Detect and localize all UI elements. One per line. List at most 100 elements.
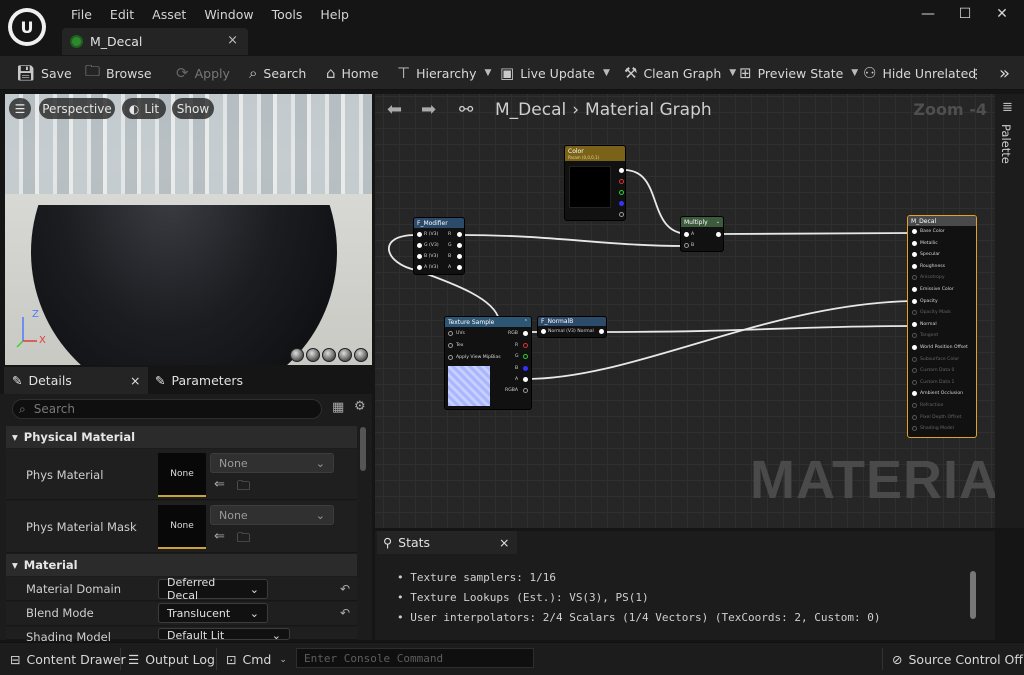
node-f-normalb[interactable]: F_NormalB Normal (V3) Normal	[537, 316, 607, 338]
input-pin[interactable]	[912, 252, 917, 258]
output-pin[interactable]	[457, 243, 462, 248]
preview-sphere-icon[interactable]	[306, 348, 320, 362]
tab-parameters[interactable]: ✎ Parameters	[155, 367, 305, 394]
input-pin[interactable]	[417, 243, 422, 248]
settings-gear-icon[interactable]: ⚙	[354, 399, 366, 414]
more-options-icon[interactable]: ⋮	[970, 56, 983, 90]
output-pin[interactable]	[716, 232, 721, 237]
maximize-button[interactable]: ☐	[950, 6, 980, 26]
palette-list-icon[interactable]: ≣	[1002, 100, 1013, 115]
content-drawer-button[interactable]: ⊟ Content Drawer	[10, 643, 126, 675]
node-color-param[interactable]: Color Param (0,0,0,1)	[564, 145, 626, 221]
close-tab-icon[interactable]: ×	[227, 33, 238, 48]
preview-plane-icon[interactable]	[322, 348, 336, 362]
apply-button[interactable]: ⟳ Apply	[176, 56, 230, 90]
input-pin[interactable]	[912, 275, 917, 281]
node-f-modifier[interactable]: F_Modifier R (V3) G (V3) B (V3) A (V3) R…	[413, 217, 465, 275]
output-pin[interactable]	[599, 329, 604, 334]
output-pin-r[interactable]	[523, 343, 528, 348]
table-view-icon[interactable]: ▦	[332, 400, 344, 415]
hierarchy-dropdown[interactable]: ⊤ Hierarchy ▼	[397, 56, 491, 90]
tab-stats[interactable]: ⚲ Stats ×	[377, 531, 517, 554]
output-pin-rgb[interactable]	[523, 331, 528, 336]
input-pin[interactable]	[448, 331, 453, 336]
phys-material-thumbnail[interactable]: None	[158, 453, 206, 497]
show-button[interactable]: Show	[172, 98, 214, 119]
input-pin[interactable]	[912, 379, 917, 385]
stats-scrollbar[interactable]	[970, 571, 976, 619]
lit-button[interactable]: ◐ Lit	[122, 98, 166, 119]
output-pin-b[interactable]	[619, 201, 624, 206]
hide-unrelated-button[interactable]: ⚇ Hide Unrelated	[863, 56, 976, 90]
output-pin[interactable]	[457, 232, 462, 237]
phys-material-mask-thumbnail[interactable]: None	[158, 505, 206, 549]
use-selected-arrow-icon[interactable]: ⇐	[214, 477, 225, 492]
menu-file[interactable]: File	[62, 7, 101, 22]
phys-material-combo[interactable]: None ⌄	[210, 453, 334, 473]
input-pin[interactable]	[912, 287, 917, 292]
close-details-icon[interactable]: ×	[130, 373, 140, 388]
clean-graph-dropdown[interactable]: ⚒ Clean Graph ▼	[624, 56, 736, 90]
browse-button[interactable]: 🗀 Browse	[85, 56, 152, 90]
perspective-button[interactable]: Perspective	[39, 98, 115, 119]
viewport-menu-icon[interactable]: ☰	[9, 98, 31, 119]
node-texture-sample[interactable]: Texture Sample ⌃ UVs Tex Apply View MipBi…	[444, 316, 532, 410]
preview-cylinder-icon[interactable]	[290, 348, 304, 362]
live-update-dropdown[interactable]: ▣ Live Update ▼	[500, 56, 610, 90]
shading-model-combo[interactable]: Default Lit ⌄	[158, 628, 290, 640]
input-pin[interactable]	[912, 321, 917, 327]
details-scrollbar[interactable]	[360, 427, 366, 471]
menu-edit[interactable]: Edit	[101, 7, 143, 22]
preview-viewport[interactable]: ☰ Perspective ◐ Lit Show Z X	[5, 94, 372, 365]
output-pin-rgba[interactable]	[523, 388, 528, 393]
menu-tools[interactable]: Tools	[263, 7, 312, 22]
input-pin[interactable]	[912, 356, 917, 362]
phys-material-mask-combo[interactable]: None ⌄	[210, 505, 334, 525]
material-graph-canvas[interactable]: ⬅ ➡ ⚯ M_Decal › Material Graph Zoom -4 C…	[375, 94, 995, 528]
input-pin[interactable]	[417, 265, 422, 270]
menu-window[interactable]: Window	[195, 7, 262, 22]
details-search-input[interactable]: ⌕ Search	[12, 399, 322, 419]
cmd-dropdown[interactable]: ⊡ Cmd ⌄	[226, 643, 287, 675]
input-pin[interactable]	[912, 229, 917, 234]
menu-help[interactable]: Help	[311, 7, 358, 22]
input-pin[interactable]	[541, 329, 546, 334]
input-pin[interactable]	[417, 254, 422, 259]
search-button[interactable]: ⌕ Search	[249, 56, 306, 90]
input-pin[interactable]	[912, 240, 917, 246]
input-pin[interactable]	[912, 345, 917, 350]
input-pin[interactable]	[912, 298, 917, 304]
input-pin[interactable]	[912, 310, 917, 316]
material-domain-combo[interactable]: Deferred Decal ⌄	[158, 576, 268, 602]
source-control-button[interactable]: ⊘ Source Control Off	[892, 643, 1023, 675]
use-selected-arrow-icon[interactable]: ⇐	[214, 529, 225, 544]
preview-state-dropdown[interactable]: ⊞ Preview State ▼	[739, 56, 858, 90]
menu-asset[interactable]: Asset	[143, 7, 195, 22]
close-window-button[interactable]: ✕	[987, 6, 1017, 26]
preview-mesh-icon[interactable]	[354, 348, 368, 362]
input-pin[interactable]	[912, 333, 917, 339]
input-pin[interactable]	[912, 391, 917, 397]
output-pin[interactable]	[619, 168, 624, 173]
input-pin-a[interactable]	[684, 232, 689, 237]
input-pin[interactable]	[912, 426, 917, 432]
output-pin[interactable]	[457, 265, 462, 270]
input-pin[interactable]	[912, 414, 917, 420]
minimize-button[interactable]: —	[913, 6, 943, 26]
preview-cube-icon[interactable]	[338, 348, 352, 362]
reset-to-default-icon[interactable]: ↶	[340, 582, 350, 596]
input-pin[interactable]	[417, 232, 422, 237]
browse-asset-icon[interactable]: 🗀	[237, 529, 250, 551]
input-pin-b[interactable]	[684, 243, 689, 248]
unreal-logo-icon[interactable]: U	[8, 8, 46, 46]
output-pin-g[interactable]	[619, 190, 624, 195]
browse-asset-icon[interactable]: 🗀	[237, 477, 250, 499]
input-pin[interactable]	[912, 263, 917, 269]
category-physical-material[interactable]: ▾ Physical Material	[6, 426, 357, 448]
output-pin[interactable]	[457, 254, 462, 259]
home-button[interactable]: ⌂ Home	[326, 56, 378, 90]
input-pin[interactable]	[448, 355, 453, 360]
expand-toolbar-icon[interactable]: »	[999, 56, 1010, 90]
output-log-button[interactable]: ☰ Output Log	[128, 643, 215, 675]
console-command-input[interactable]: Enter Console Command	[296, 648, 534, 668]
